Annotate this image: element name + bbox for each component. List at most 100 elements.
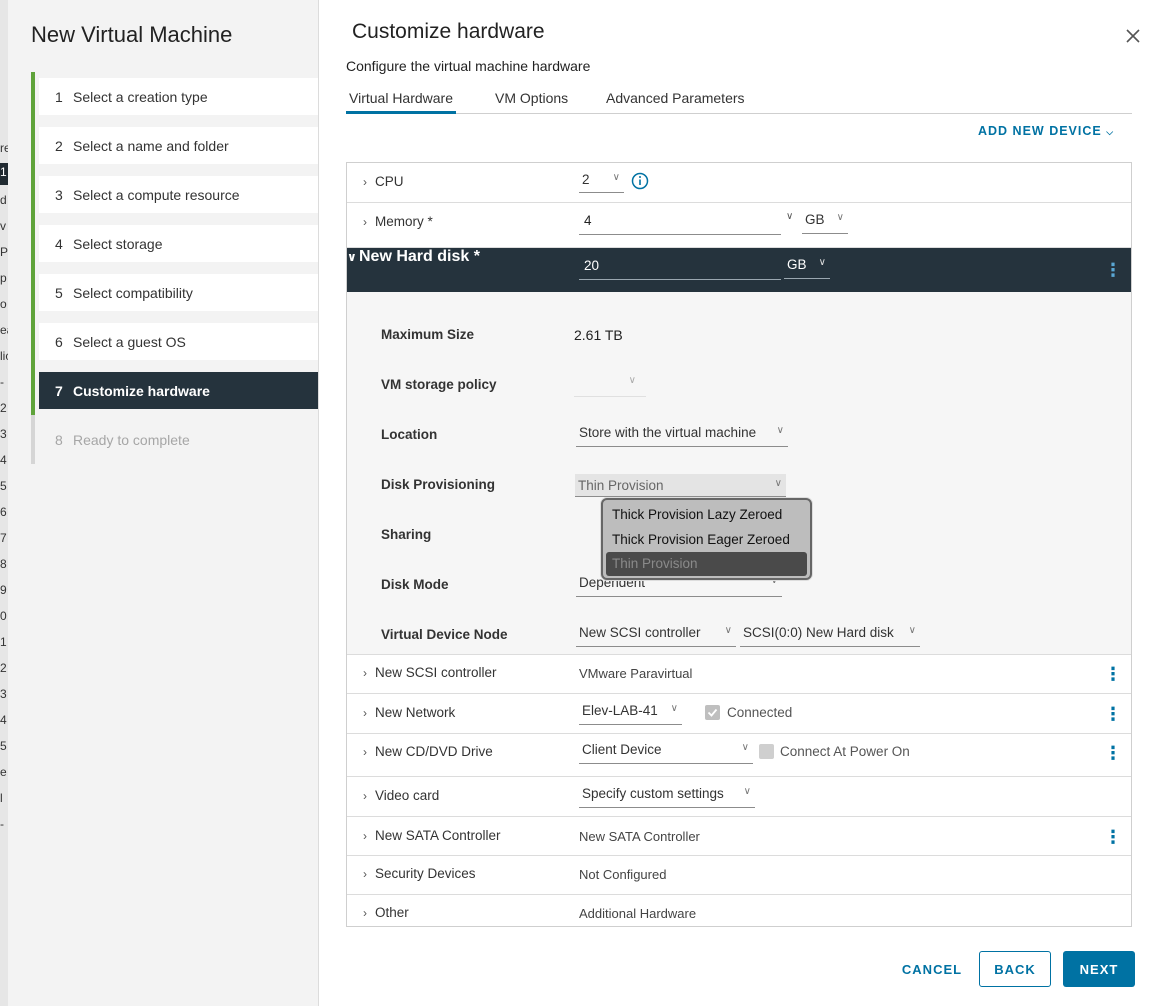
hard-disk-details: Maximum Size 2.61 TB VM storage policy ∨…: [347, 292, 1131, 655]
step-label: Select storage: [73, 235, 163, 252]
memory-unit-select[interactable]: GB ∨: [802, 212, 848, 234]
cpu-expand-toggle[interactable]: › CPU: [363, 174, 404, 189]
hard-disk-unit: GB: [787, 257, 807, 272]
security-devices-expand-toggle[interactable]: › Security Devices: [363, 866, 476, 881]
tab-vm-options[interactable]: VM Options: [492, 90, 571, 114]
more-vertical-icon[interactable]: ⋮: [1104, 261, 1122, 279]
backdrop-text: l: [0, 791, 3, 805]
wizard-step-6[interactable]: 6 Select a guest OS: [31, 317, 318, 366]
memory-label: Memory *: [375, 214, 433, 229]
cd-dvd-expand-toggle[interactable]: › New CD/DVD Drive: [363, 744, 493, 759]
hardware-row-other: › Other Additional Hardware: [347, 895, 1131, 926]
wizard-step-4[interactable]: 4 Select storage: [31, 219, 318, 268]
backdrop-text: 2: [0, 401, 7, 415]
vdn-controller-select[interactable]: New SCSI controller ∨: [576, 625, 736, 647]
cancel-button[interactable]: CANCEL: [901, 951, 963, 987]
network-value: Elev-LAB-41: [582, 703, 658, 718]
hardware-row-memory: › Memory * 4 ∨ GB ∨: [347, 203, 1131, 248]
wizard-step-3[interactable]: 3 Select a compute resource: [31, 170, 318, 219]
tab-advanced-parameters[interactable]: Advanced Parameters: [603, 90, 748, 114]
sata-expand-toggle[interactable]: › New SATA Controller: [363, 828, 501, 843]
backdrop-text: -: [0, 817, 4, 831]
more-vertical-icon[interactable]: ⋮: [1104, 705, 1122, 723]
step-progress-rail: [31, 366, 35, 415]
backdrop-text: 5: [0, 739, 7, 753]
cd-dvd-select[interactable]: Client Device ∨: [579, 742, 753, 764]
backdrop-text: 3: [0, 687, 7, 701]
video-card-label: Video card: [375, 788, 440, 803]
max-size-label: Maximum Size: [381, 327, 475, 342]
other-expand-toggle[interactable]: › Other: [363, 905, 409, 920]
chevron-right-icon: ›: [363, 665, 367, 680]
next-button[interactable]: NEXT: [1063, 951, 1135, 987]
step-label: Select compatibility: [73, 284, 193, 301]
hard-disk-unit-select[interactable]: GB ∨: [784, 257, 830, 279]
disk-mode-label: Disk Mode: [381, 577, 449, 592]
disk-provisioning-select[interactable]: Thin Provision ∨: [575, 474, 786, 497]
video-card-value: Specify custom settings: [582, 786, 724, 801]
vdn-node-select[interactable]: SCSI(0:0) New Hard disk ∨: [740, 625, 920, 647]
back-button[interactable]: BACK: [979, 951, 1051, 987]
provisioning-option-thin[interactable]: Thin Provision: [606, 552, 807, 576]
add-new-device-label: ADD NEW DEVICE: [978, 124, 1102, 138]
cpu-select[interactable]: 2 ∨: [579, 172, 624, 193]
hardware-row-video-card: › Video card Specify custom settings ∨: [347, 777, 1131, 817]
wizard-step-2[interactable]: 2 Select a name and folder: [31, 121, 318, 170]
chevron-right-icon: ›: [363, 214, 367, 229]
hard-disk-size-input[interactable]: 20: [579, 258, 781, 280]
provisioning-option-lazy-zeroed[interactable]: Thick Provision Lazy Zeroed: [606, 503, 807, 527]
chevron-right-icon: ›: [363, 174, 367, 189]
close-icon[interactable]: [1123, 26, 1143, 46]
provisioning-option-eager-zeroed[interactable]: Thick Provision Eager Zeroed: [606, 528, 807, 552]
video-card-expand-toggle[interactable]: › Video card: [363, 788, 439, 803]
connect-at-power-on-checkbox[interactable]: [759, 744, 774, 759]
hardware-row-sata-controller: › New SATA Controller New SATA Controller…: [347, 817, 1131, 856]
location-select[interactable]: Store with the virtual machine ∨: [576, 425, 788, 447]
chevron-down-icon: ∨: [347, 250, 357, 264]
wizard-step-1[interactable]: 1 Select a creation type: [31, 72, 318, 121]
chevron-down-icon: ∨: [818, 257, 826, 268]
location-label: Location: [381, 427, 438, 442]
chevron-down-icon[interactable]: ∨: [786, 211, 793, 222]
more-vertical-icon[interactable]: ⋮: [1104, 828, 1122, 846]
step-number: 2: [55, 137, 63, 154]
connected-checkbox[interactable]: [705, 705, 720, 720]
step-number: 4: [55, 235, 63, 252]
backdrop-text: 4: [0, 453, 7, 467]
backdrop-text: e: [0, 765, 7, 779]
memory-unit: GB: [805, 212, 825, 227]
scsi-expand-toggle[interactable]: › New SCSI controller: [363, 665, 497, 680]
step-number: 8: [55, 431, 63, 448]
info-icon[interactable]: [631, 172, 649, 195]
more-vertical-icon[interactable]: ⋮: [1104, 744, 1122, 762]
backdrop-text: 7: [0, 531, 7, 545]
security-devices-value: Not Configured: [579, 867, 667, 882]
tab-virtual-hardware[interactable]: Virtual Hardware: [346, 90, 457, 114]
backdrop-text: 4: [0, 713, 7, 727]
backdrop-text: ea: [0, 323, 8, 337]
network-select[interactable]: Elev-LAB-41 ∨: [579, 703, 682, 725]
other-value: Additional Hardware: [579, 906, 697, 921]
chevron-right-icon: ›: [363, 905, 367, 920]
network-expand-toggle[interactable]: › New Network: [363, 705, 455, 720]
memory-input[interactable]: 4: [579, 213, 781, 235]
sata-value: New SATA Controller: [579, 829, 700, 844]
step-label: Select a name and folder: [73, 137, 229, 154]
step-number: 6: [55, 333, 63, 350]
wizard-step-5[interactable]: 5 Select compatibility: [31, 268, 318, 317]
more-vertical-icon[interactable]: ⋮: [1104, 665, 1122, 683]
cpu-label: CPU: [375, 174, 404, 189]
hard-disk-label: New Hard disk *: [359, 248, 480, 265]
sata-label: New SATA Controller: [375, 828, 501, 843]
add-new-device-button[interactable]: ADD NEW DEVICE ⌵: [978, 124, 1114, 138]
security-devices-label: Security Devices: [375, 866, 476, 881]
wizard-step-7[interactable]: 7 Customize hardware: [31, 366, 318, 415]
hardware-row-security-devices: › Security Devices Not Configured: [347, 856, 1131, 895]
chevron-down-icon: ⌵: [1106, 127, 1115, 137]
video-card-select[interactable]: Specify custom settings ∨: [579, 786, 755, 808]
storage-policy-select[interactable]: ∨: [574, 375, 646, 397]
chevron-down-icon: ∨: [836, 212, 844, 223]
memory-expand-toggle[interactable]: › Memory *: [363, 214, 433, 229]
step-number: 3: [55, 186, 63, 203]
backdrop-text: 8: [0, 557, 7, 571]
